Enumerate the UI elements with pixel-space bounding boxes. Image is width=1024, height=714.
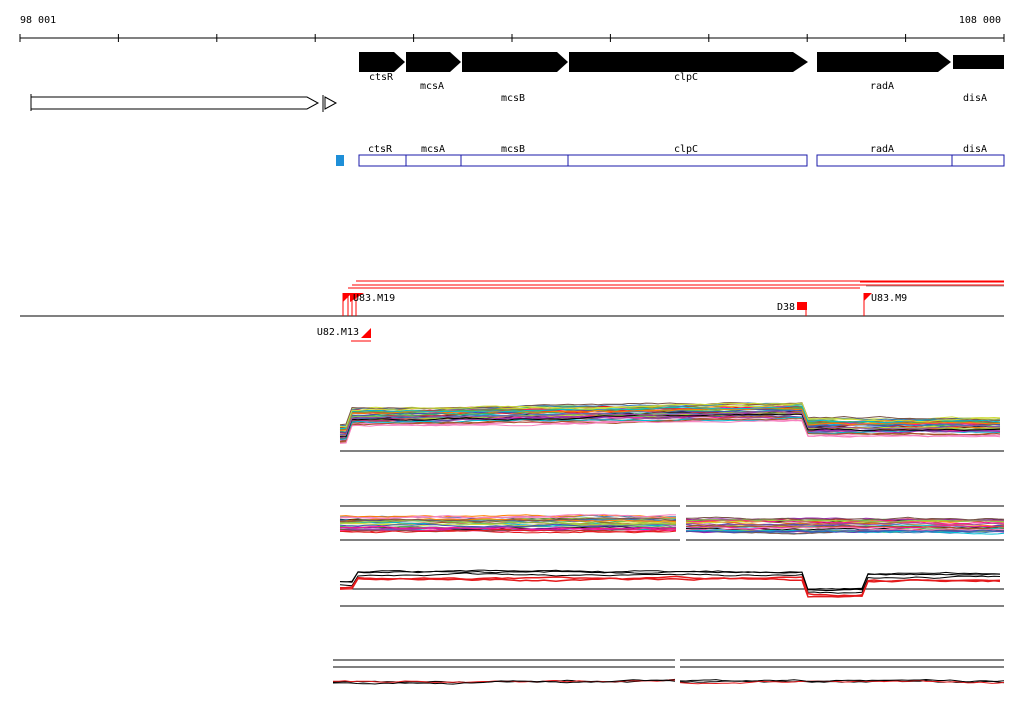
- gene-clpC[interactable]: clpC: [569, 52, 808, 83]
- signal-track-4: [332, 659, 1005, 685]
- annotation-label: disA: [963, 144, 987, 155]
- ruler-start-label: 98 001: [20, 15, 56, 26]
- annotation-label: mcsA: [421, 144, 445, 155]
- marker-U82-M13[interactable]: U82.M13: [317, 327, 371, 342]
- marker-label: U82.M13: [317, 327, 359, 338]
- marker-cluster-left[interactable]: U83.M19: [342, 293, 395, 316]
- unlabeled-gene-arrow[interactable]: [30, 94, 338, 112]
- gene-mcsA[interactable]: mcsA: [406, 52, 461, 92]
- annotation-track: ctsR mcsA mcsB clpC radA disA: [336, 144, 1005, 167]
- gene-disA[interactable]: disA: [953, 55, 1004, 104]
- signal-track-3: [339, 569, 1004, 607]
- gene-label: ctsR: [369, 72, 394, 83]
- annotation-label: radA: [870, 144, 894, 155]
- marker-D38[interactable]: D38: [777, 302, 807, 316]
- signal-track-2: [339, 505, 1005, 541]
- gene-label: mcsB: [501, 93, 525, 104]
- marker-label: U83.M9: [871, 293, 907, 304]
- annotation-label: ctsR: [368, 144, 393, 155]
- genome-browser-view: 98 001 108 000 ctsR mcsA mcsB clpC radA …: [19, 15, 1005, 685]
- small-marker-icon: [336, 155, 344, 166]
- marker-label: U83.M19: [353, 293, 395, 304]
- gene-label: mcsA: [420, 81, 444, 92]
- gene-label: disA: [963, 93, 987, 104]
- ruler-end-label: 108 000: [959, 15, 1001, 26]
- annotation-label: mcsB: [501, 144, 525, 155]
- marker-U83-M9[interactable]: U83.M9: [863, 293, 907, 316]
- position-ruler: 98 001 108 000: [19, 15, 1005, 42]
- gene-radA[interactable]: radA: [817, 52, 951, 92]
- gene-label: radA: [870, 81, 894, 92]
- gene-ctsR[interactable]: ctsR: [359, 52, 405, 83]
- gene-track: ctsR mcsA mcsB clpC radA disA: [30, 52, 1004, 112]
- feature-track: U83.M19 D38 U83.M9 U82.M13: [20, 280, 1004, 342]
- gene-mcsB[interactable]: mcsB: [462, 52, 568, 104]
- signal-track-1: [339, 401, 1004, 452]
- marker-label: D38: [777, 302, 795, 313]
- annotation-label: clpC: [674, 144, 698, 155]
- gene-label: clpC: [674, 72, 698, 83]
